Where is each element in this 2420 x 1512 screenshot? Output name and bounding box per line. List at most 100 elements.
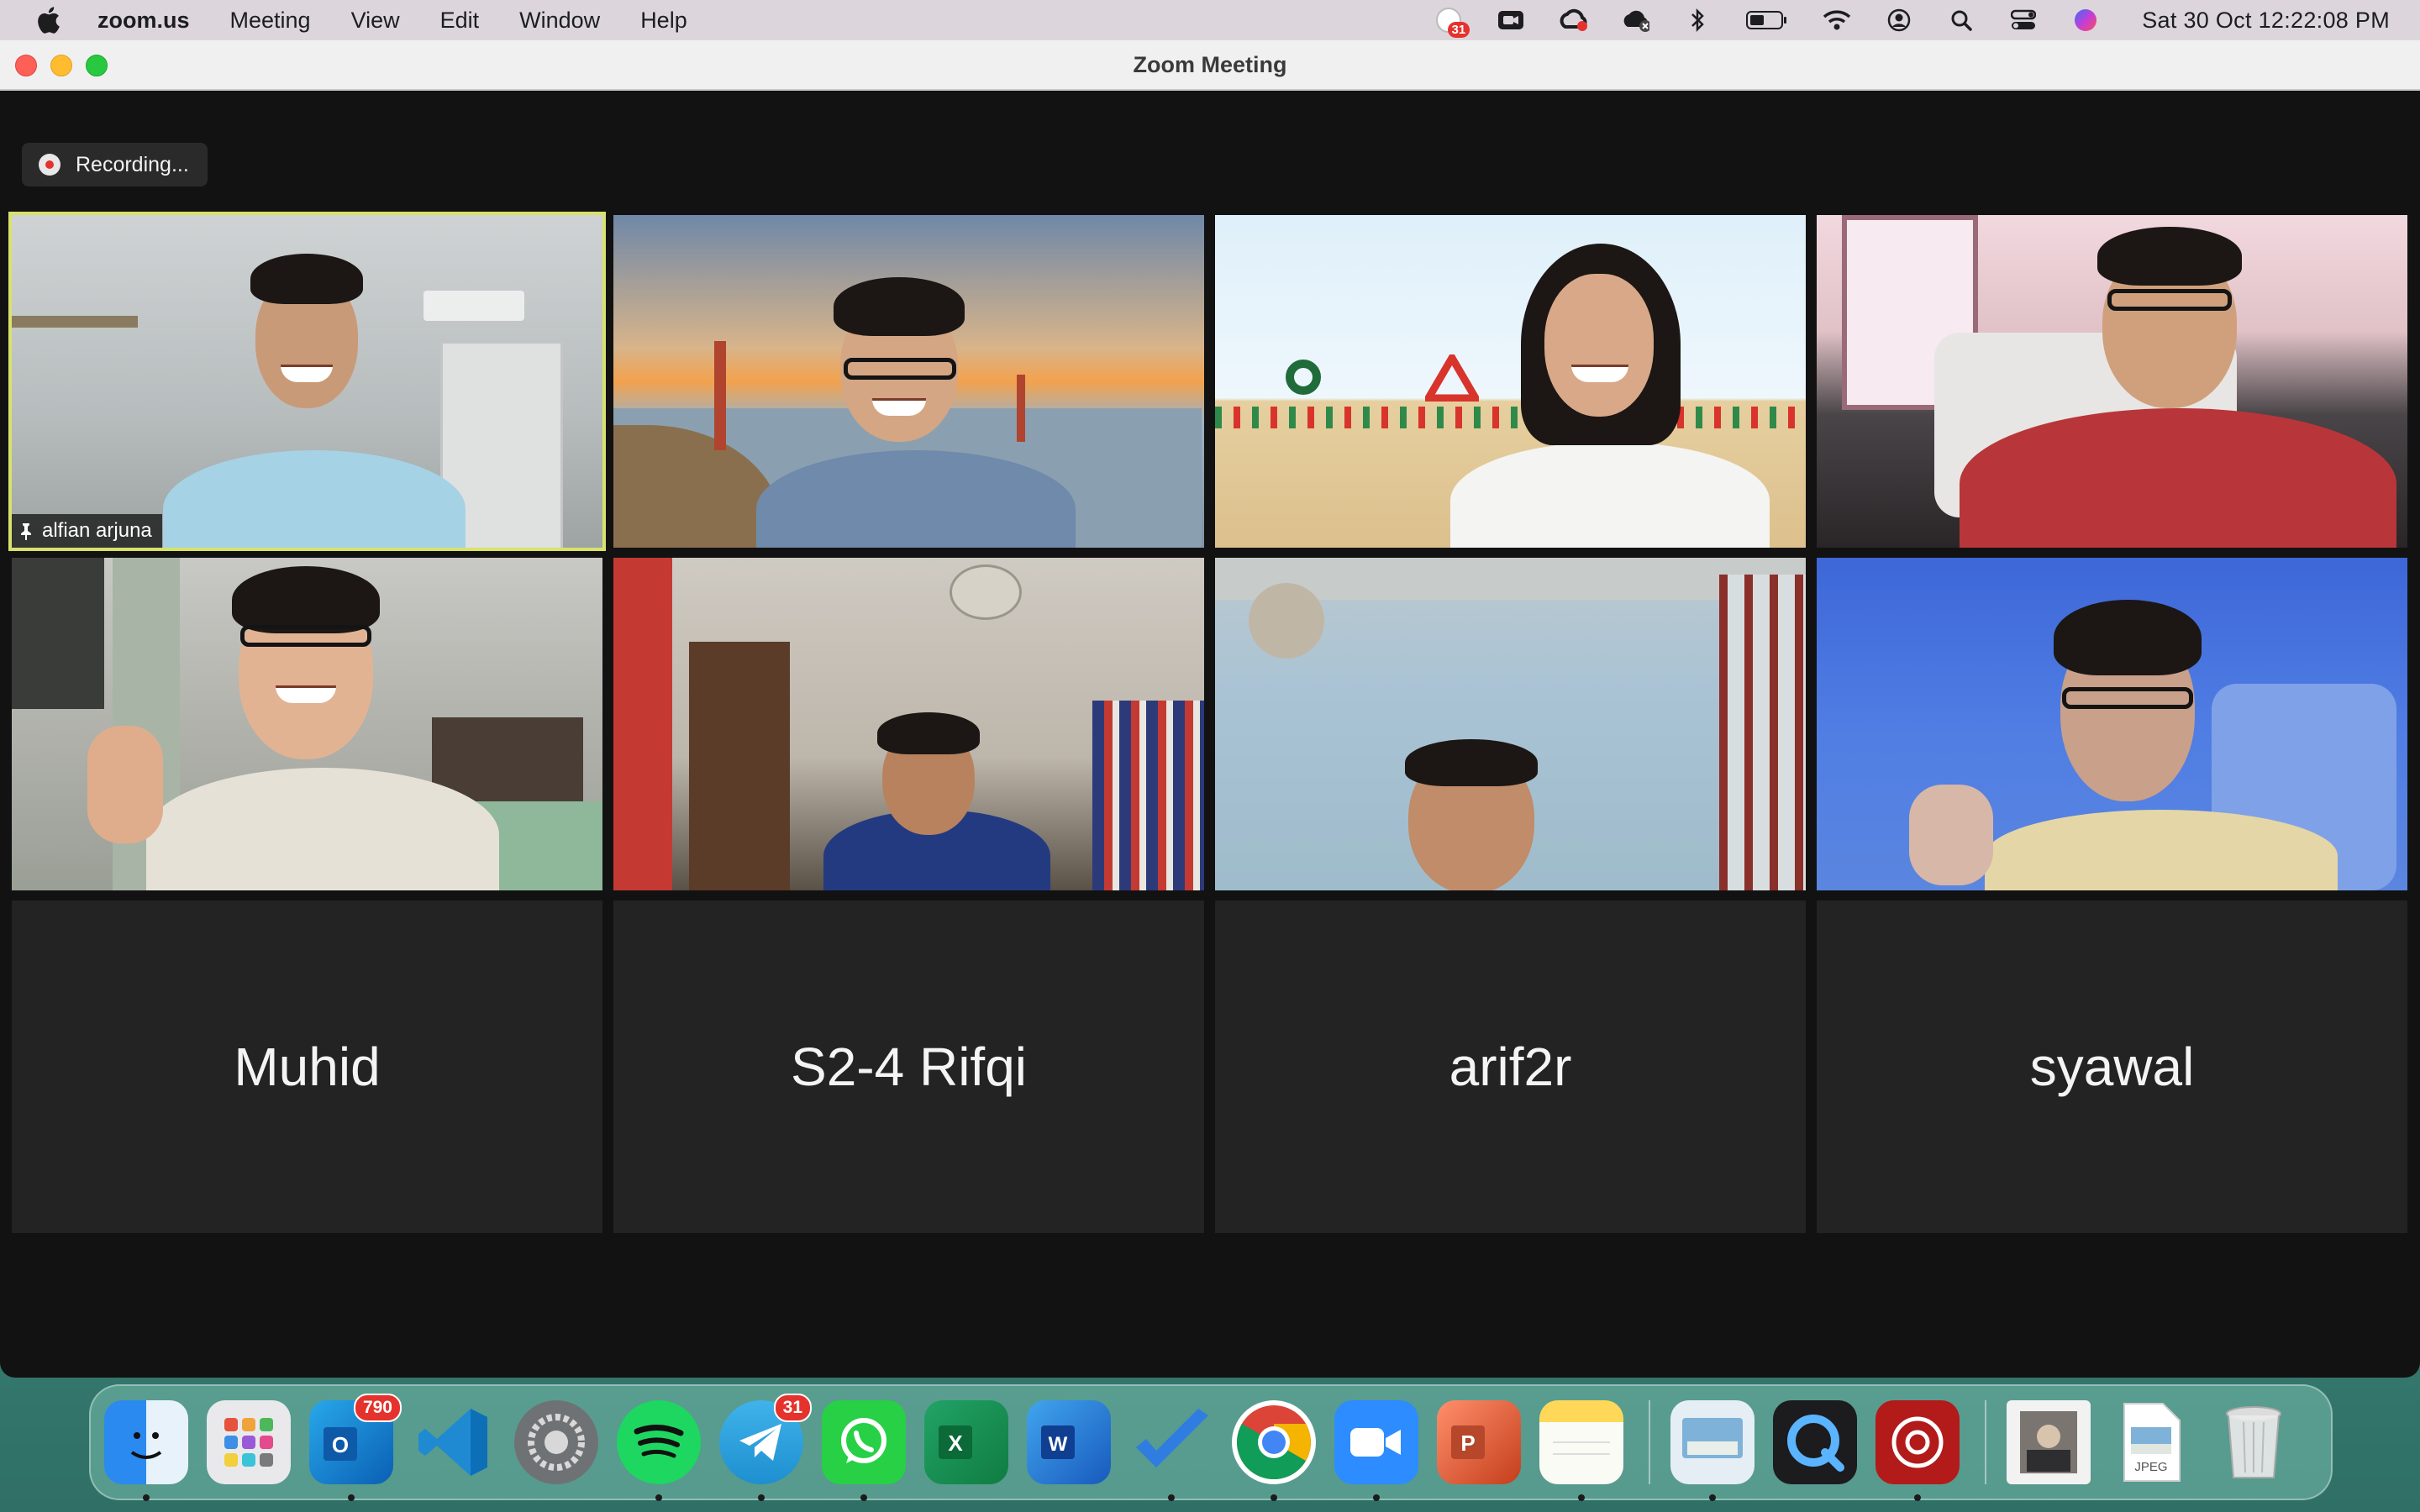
notes-icon[interactable] xyxy=(1539,1400,1623,1501)
participant-body xyxy=(1960,408,2396,548)
participant-glasses xyxy=(844,358,956,380)
participant-glasses xyxy=(2107,289,2232,311)
participant-tile-no-video[interactable]: arif2r xyxy=(1215,900,1806,1233)
apple-menu-icon[interactable] xyxy=(34,5,62,35)
menu-edit[interactable]: Edit xyxy=(440,8,480,34)
wifi-icon[interactable] xyxy=(1823,6,1851,34)
dock-separator xyxy=(1649,1400,1650,1484)
participant-hair xyxy=(834,277,965,336)
battery-icon[interactable] xyxy=(1745,6,1789,34)
spotlight-search-icon[interactable] xyxy=(1947,6,1975,34)
participant-video-tile[interactable] xyxy=(1215,215,1806,548)
participant-video-feed xyxy=(1215,558,1806,890)
participant-tile-no-video[interactable]: S2-4 Rifqi xyxy=(613,900,1204,1233)
maximize-window-button[interactable] xyxy=(86,55,108,76)
running-indicator xyxy=(1168,1494,1175,1501)
todo-icon[interactable] xyxy=(1129,1400,1213,1501)
participant-name-tag: alfian arjuna xyxy=(12,514,162,548)
downloads-stack-icon[interactable] xyxy=(2007,1400,2091,1484)
bluetooth-icon[interactable] xyxy=(1683,6,1712,34)
participant-video-tile[interactable] xyxy=(613,558,1204,890)
cloud-sync-icon[interactable] xyxy=(1621,6,1650,34)
participant-video-tile[interactable] xyxy=(1817,215,2407,548)
launchpad-icon[interactable] xyxy=(207,1400,291,1484)
participant-tile-no-video[interactable]: syawal xyxy=(1817,900,2407,1233)
menu-bar-clock[interactable]: Sat 30 Oct 12:22:08 PM xyxy=(2142,8,2390,34)
menu-bar: zoom.us Meeting View Edit Window Help 31 xyxy=(0,0,2420,40)
menu-meeting[interactable]: Meeting xyxy=(230,8,311,34)
finder-icon[interactable] xyxy=(104,1400,188,1501)
powerpoint-icon[interactable]: P xyxy=(1437,1400,1521,1484)
excel-icon[interactable]: X xyxy=(924,1400,1008,1484)
running-indicator xyxy=(758,1494,765,1501)
spotify-icon[interactable] xyxy=(617,1400,701,1501)
participant-video-tile[interactable]: alfian arjuna xyxy=(8,212,606,551)
circle-shape xyxy=(1286,360,1321,395)
minimize-window-button[interactable] xyxy=(50,55,72,76)
word-icon[interactable]: W xyxy=(1027,1400,1111,1484)
participant-video-tile[interactable] xyxy=(1817,558,2407,890)
recording-indicator[interactable]: Recording... xyxy=(22,143,208,186)
participant-hair xyxy=(1405,739,1538,786)
participant-smile xyxy=(281,365,333,382)
running-indicator xyxy=(860,1494,867,1501)
creative-cloud-icon[interactable] xyxy=(1559,6,1588,34)
zoom-video-icon[interactable] xyxy=(1497,6,1525,34)
menu-view[interactable]: View xyxy=(351,8,400,34)
participant-body xyxy=(146,768,499,890)
ceiling-lamp xyxy=(950,564,1022,620)
participant-hair xyxy=(250,254,363,304)
control-center-icon[interactable] xyxy=(2009,6,2038,34)
outlook-icon[interactable]: O 790 xyxy=(309,1394,402,1501)
app-menu-zoom[interactable]: zoom.us xyxy=(97,8,190,34)
menu-window[interactable]: Window xyxy=(519,8,600,34)
doorway xyxy=(689,642,790,890)
participant-face-front xyxy=(1544,274,1654,417)
participant-glasses xyxy=(240,625,371,647)
recording-icon xyxy=(39,154,60,176)
quicktime-icon[interactable] xyxy=(1773,1400,1857,1484)
running-indicator xyxy=(1270,1494,1277,1501)
participant-tile-no-video[interactable]: Muhid xyxy=(12,900,602,1233)
participant-video-feed xyxy=(12,215,602,548)
trash-icon[interactable] xyxy=(2212,1400,2296,1484)
bridge-tower xyxy=(714,341,726,450)
running-indicator xyxy=(1578,1494,1585,1501)
participant-name: alfian arjuna xyxy=(42,519,152,542)
thumbs-up-hand xyxy=(1909,785,1993,885)
running-indicator xyxy=(1914,1494,1921,1501)
window-title: Zoom Meeting xyxy=(1133,51,1287,77)
participant-smile xyxy=(872,398,926,416)
chrome-icon[interactable] xyxy=(1232,1400,1316,1501)
calendar-badge-icon[interactable]: 31 xyxy=(1434,6,1470,38)
participant-video-tile[interactable] xyxy=(12,558,602,890)
participant-video-tile[interactable] xyxy=(1215,558,1806,890)
calendar-badge-count: 31 xyxy=(1447,22,1470,38)
svg-text:O: O xyxy=(332,1432,349,1457)
close-window-button[interactable] xyxy=(15,55,37,76)
window-titlebar[interactable]: Zoom Meeting xyxy=(0,40,2420,91)
fence xyxy=(1215,407,1803,428)
participant-video-feed xyxy=(1817,558,2407,890)
system-preferences-icon[interactable] xyxy=(514,1400,598,1484)
menu-help[interactable]: Help xyxy=(640,8,687,34)
participant-body xyxy=(163,450,466,548)
zoom-icon[interactable] xyxy=(1334,1400,1418,1501)
triangle-shape xyxy=(1425,354,1479,402)
telegram-icon[interactable]: 31 xyxy=(719,1394,812,1501)
red-wall xyxy=(613,558,672,890)
siri-icon[interactable] xyxy=(2071,6,2100,34)
svg-text:X: X xyxy=(948,1431,963,1456)
whatsapp-icon[interactable] xyxy=(822,1400,906,1501)
user-account-icon[interactable] xyxy=(1885,6,1913,34)
recording-label: Recording... xyxy=(76,152,189,176)
preview-icon[interactable] xyxy=(1670,1400,1754,1501)
participant-video-feed xyxy=(1215,215,1806,548)
status-area: 31 Sat 30 Oct 12:22:08 PM xyxy=(1434,0,2390,40)
window xyxy=(12,558,104,709)
participant-video-tile[interactable] xyxy=(613,215,1204,548)
dock: O 790 31 X W P JPEG xyxy=(89,1384,2333,1501)
vscode-icon[interactable] xyxy=(412,1400,496,1484)
photo-booth-icon[interactable] xyxy=(1876,1400,1960,1501)
jpeg-file-icon[interactable]: JPEG xyxy=(2109,1400,2193,1484)
